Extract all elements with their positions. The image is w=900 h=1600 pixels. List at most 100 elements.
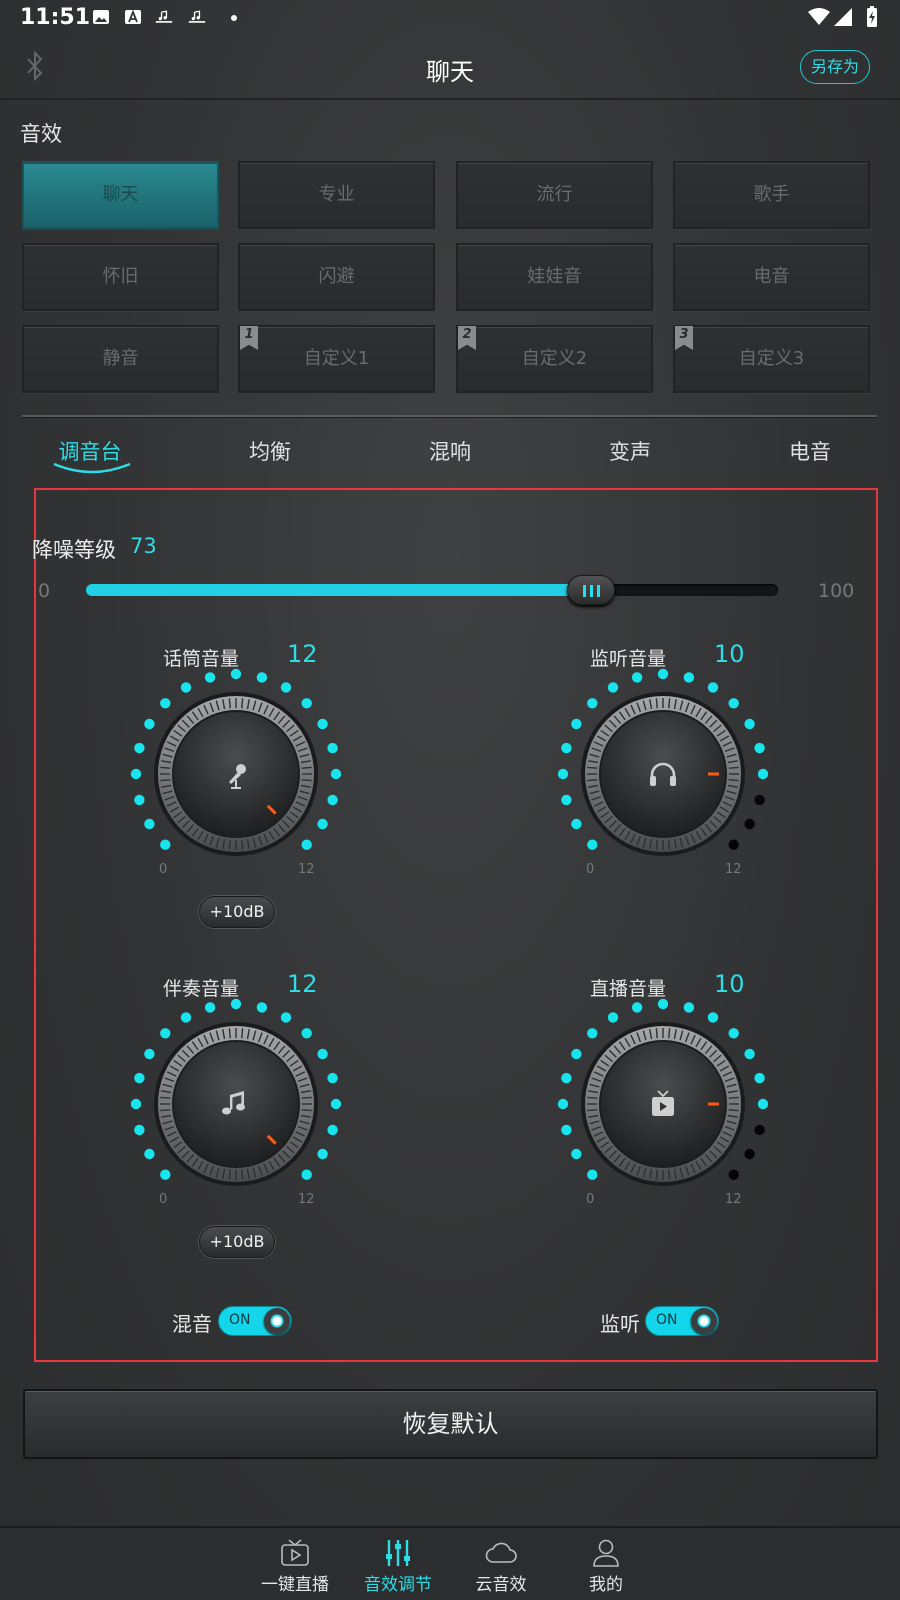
nav-mine[interactable]: 我的 <box>556 1530 656 1595</box>
level-dot <box>301 839 312 850</box>
knob-3-boost-button[interactable]: +10dB <box>199 1226 275 1258</box>
knob-4[interactable] <box>553 994 773 1214</box>
level-dot <box>180 682 192 693</box>
level-dot <box>587 839 598 850</box>
tab-4[interactable]: 变声 <box>570 436 690 466</box>
level-dot <box>301 1028 312 1039</box>
level-dot <box>561 1072 572 1084</box>
level-dot <box>301 1169 312 1180</box>
preset-label: 流行 <box>536 184 573 205</box>
level-dot <box>744 818 755 830</box>
preset-2[interactable]: 专业 <box>238 161 435 229</box>
active-tab-underline <box>53 462 131 474</box>
level-dot <box>180 1012 192 1023</box>
status-time: 11:51 <box>20 5 91 30</box>
level-dot <box>204 672 216 683</box>
preset-flag: 1 <box>240 326 258 350</box>
level-dot <box>317 818 328 830</box>
nav-sound-adjust[interactable]: 音效调节 <box>348 1530 448 1595</box>
knob-2[interactable] <box>553 664 773 884</box>
more-notifications-dot <box>231 15 237 21</box>
level-dot <box>134 742 145 754</box>
level-dot <box>327 794 338 806</box>
level-dot <box>607 682 619 693</box>
slider-max-label: 100 <box>818 580 855 602</box>
preset-5[interactable]: 怀旧 <box>22 243 219 311</box>
level-dot <box>317 1048 328 1060</box>
mix-toggle[interactable]: ON <box>218 1306 292 1336</box>
save-as-button[interactable]: 另存为 <box>800 50 870 84</box>
tab-3[interactable]: 混响 <box>390 436 510 466</box>
noise-reduction-slider-thumb[interactable] <box>567 575 616 605</box>
preset-7[interactable]: 娃娃音 <box>456 243 653 311</box>
level-dot <box>130 1098 142 1110</box>
nav-live[interactable]: 一键直播 <box>245 1530 345 1595</box>
preset-12[interactable]: 3 自定义3 <box>673 325 870 393</box>
level-dot <box>571 1148 582 1160</box>
image-notification-icon <box>93 10 109 24</box>
level-dot <box>683 1002 695 1013</box>
knob-4-max-tick: 12 <box>725 1192 742 1207</box>
knob-2-min-tick: 0 <box>586 862 595 877</box>
nav-cloud-effects[interactable]: 云音效 <box>451 1530 551 1595</box>
level-dot <box>728 1169 739 1180</box>
level-dot <box>160 839 171 850</box>
bottom-navigation: 一键直播 音效调节 云音效 我的 <box>0 1526 900 1600</box>
level-dot <box>728 698 739 709</box>
preset-3[interactable]: 流行 <box>456 161 653 229</box>
tab-5[interactable]: 电音 <box>750 436 870 466</box>
preset-11[interactable]: 2 自定义2 <box>456 325 653 393</box>
monitor-toggle-state: ON <box>656 1312 678 1328</box>
knob-3[interactable] <box>126 994 346 1214</box>
knob-1[interactable] <box>126 664 346 884</box>
preset-label: 自定义3 <box>738 348 805 369</box>
level-dot <box>744 1148 755 1160</box>
level-dot <box>230 668 242 680</box>
slider-min-label: 0 <box>38 580 51 602</box>
level-dot <box>134 1072 145 1084</box>
level-dot <box>327 1124 338 1136</box>
preset-10[interactable]: 1 自定义1 <box>238 325 435 393</box>
nav-sound-adjust-label: 音效调节 <box>364 1575 432 1595</box>
sound-effect-section-label: 音效 <box>20 122 62 146</box>
level-dot <box>728 839 739 850</box>
level-dot <box>144 1048 155 1060</box>
level-dot <box>144 818 155 830</box>
level-dot <box>657 998 669 1010</box>
preset-label: 娃娃音 <box>527 266 582 287</box>
nav-mine-label: 我的 <box>589 1575 623 1595</box>
level-dot <box>657 668 669 680</box>
level-dot <box>571 818 582 830</box>
preset-label: 自定义1 <box>303 348 370 369</box>
level-dot <box>317 718 328 730</box>
section-divider <box>22 415 877 417</box>
preset-6[interactable]: 闪避 <box>238 243 435 311</box>
level-dot <box>327 742 338 754</box>
preset-label: 电音 <box>753 266 790 287</box>
monitor-toggle-label: 监听 <box>600 1312 640 1336</box>
cell-signal-icon <box>834 8 852 26</box>
preset-label: 自定义2 <box>521 348 588 369</box>
tab-2[interactable]: 均衡 <box>210 436 330 466</box>
monitor-toggle[interactable]: ON <box>645 1306 719 1336</box>
level-dot <box>744 1048 755 1060</box>
level-dot <box>160 698 171 709</box>
preset-9[interactable]: 静音 <box>22 325 219 393</box>
level-dot <box>256 672 268 683</box>
music-notification-icon-2 <box>188 10 206 23</box>
preset-8[interactable]: 电音 <box>673 243 870 311</box>
level-dot <box>587 698 598 709</box>
preset-4[interactable]: 歌手 <box>673 161 870 229</box>
preset-label: 静音 <box>102 348 139 369</box>
level-dot <box>754 794 765 806</box>
preset-1[interactable]: 聊天 <box>22 161 219 229</box>
level-dot <box>134 1124 145 1136</box>
level-dot <box>327 1072 338 1084</box>
preset-label: 专业 <box>318 184 355 205</box>
level-dot <box>144 718 155 730</box>
knob-1-boost-button[interactable]: +10dB <box>199 896 275 928</box>
reset-default-button[interactable]: 恢复默认 <box>23 1389 878 1459</box>
level-dot <box>280 1012 292 1023</box>
preset-label: 怀旧 <box>102 266 139 287</box>
mix-toggle-label: 混音 <box>172 1312 212 1336</box>
